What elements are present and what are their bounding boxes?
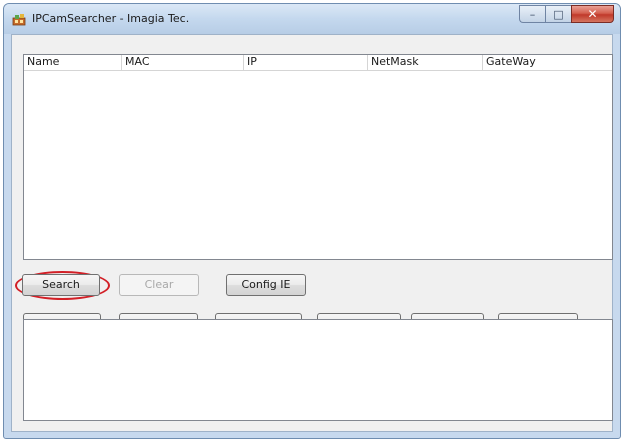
device-list[interactable]: Name MAC IP NetMask GateWay xyxy=(23,54,613,260)
device-list-header: Name MAC IP NetMask GateWay xyxy=(24,55,612,71)
maximize-button[interactable]: □ xyxy=(545,5,571,23)
column-header-mac[interactable]: MAC xyxy=(122,55,244,70)
title-bar[interactable]: IPCamSearcher - Imagia Tec. – □ ✕ xyxy=(4,4,620,34)
minimize-button[interactable]: – xyxy=(519,5,545,23)
column-header-name[interactable]: Name xyxy=(24,55,122,70)
column-header-netmask[interactable]: NetMask xyxy=(368,55,483,70)
app-window: IPCamSearcher - Imagia Tec. – □ ✕ Name M… xyxy=(3,3,621,439)
close-button[interactable]: ✕ xyxy=(571,5,614,23)
app-camera-icon xyxy=(12,14,26,26)
search-button[interactable]: Search xyxy=(22,274,100,296)
config-ie-button[interactable]: Config IE xyxy=(226,274,306,296)
close-icon: ✕ xyxy=(587,7,598,21)
caption-buttons: – □ ✕ xyxy=(519,5,614,24)
clear-button[interactable]: Clear xyxy=(119,274,199,296)
column-header-gateway[interactable]: GateWay xyxy=(483,55,612,70)
maximize-icon: □ xyxy=(553,7,564,21)
minimize-icon: – xyxy=(529,7,536,21)
client-area: Name MAC IP NetMask GateWay Search Clear… xyxy=(11,34,613,432)
column-header-ip[interactable]: IP xyxy=(244,55,368,70)
window-title: IPCamSearcher - Imagia Tec. xyxy=(32,12,190,25)
log-textarea[interactable] xyxy=(23,319,613,421)
